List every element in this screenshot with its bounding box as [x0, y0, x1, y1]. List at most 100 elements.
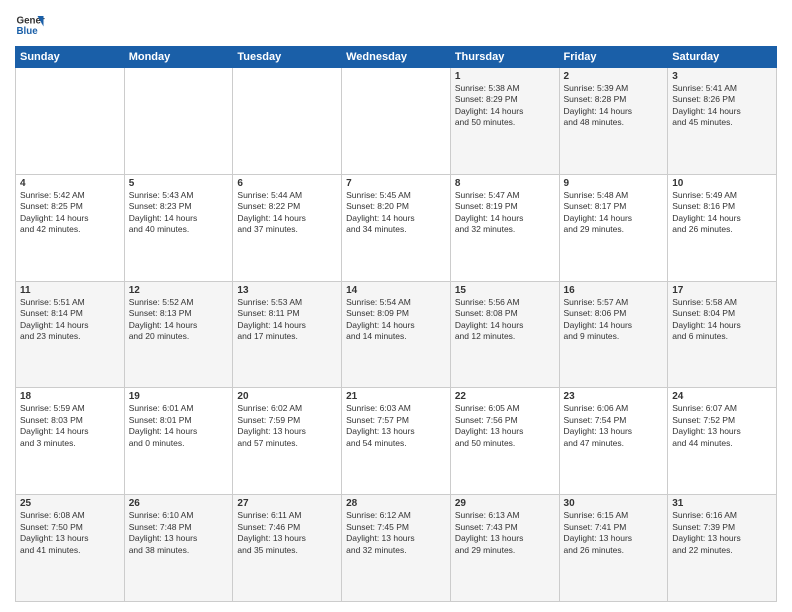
day-info: Sunrise: 5:57 AM Sunset: 8:06 PM Dayligh… [564, 297, 664, 343]
weekday-header-friday: Friday [559, 47, 668, 68]
day-info: Sunrise: 5:59 AM Sunset: 8:03 PM Dayligh… [20, 403, 120, 449]
day-info: Sunrise: 6:01 AM Sunset: 8:01 PM Dayligh… [129, 403, 229, 449]
day-cell: 25Sunrise: 6:08 AM Sunset: 7:50 PM Dayli… [16, 495, 125, 602]
day-cell: 16Sunrise: 5:57 AM Sunset: 8:06 PM Dayli… [559, 281, 668, 388]
day-cell: 4Sunrise: 5:42 AM Sunset: 8:25 PM Daylig… [16, 174, 125, 281]
weekday-header-saturday: Saturday [668, 47, 777, 68]
svg-text:Blue: Blue [17, 26, 39, 37]
day-cell: 31Sunrise: 6:16 AM Sunset: 7:39 PM Dayli… [668, 495, 777, 602]
day-info: Sunrise: 5:49 AM Sunset: 8:16 PM Dayligh… [672, 190, 772, 236]
day-cell: 28Sunrise: 6:12 AM Sunset: 7:45 PM Dayli… [342, 495, 451, 602]
day-info: Sunrise: 6:11 AM Sunset: 7:46 PM Dayligh… [237, 510, 337, 556]
day-cell: 30Sunrise: 6:15 AM Sunset: 7:41 PM Dayli… [559, 495, 668, 602]
day-cell: 18Sunrise: 5:59 AM Sunset: 8:03 PM Dayli… [16, 388, 125, 495]
weekday-header-thursday: Thursday [450, 47, 559, 68]
weekday-header-tuesday: Tuesday [233, 47, 342, 68]
day-cell: 10Sunrise: 5:49 AM Sunset: 8:16 PM Dayli… [668, 174, 777, 281]
day-info: Sunrise: 5:38 AM Sunset: 8:29 PM Dayligh… [455, 83, 555, 129]
day-cell: 17Sunrise: 5:58 AM Sunset: 8:04 PM Dayli… [668, 281, 777, 388]
day-cell [233, 68, 342, 175]
day-info: Sunrise: 6:07 AM Sunset: 7:52 PM Dayligh… [672, 403, 772, 449]
day-info: Sunrise: 6:15 AM Sunset: 7:41 PM Dayligh… [564, 510, 664, 556]
day-number: 1 [455, 71, 555, 82]
day-number: 7 [346, 178, 446, 189]
day-number: 20 [237, 391, 337, 402]
day-number: 30 [564, 498, 664, 509]
day-number: 14 [346, 285, 446, 296]
page: General Blue SundayMondayTuesdayWednesda… [0, 0, 792, 612]
day-number: 15 [455, 285, 555, 296]
weekday-header-row: SundayMondayTuesdayWednesdayThursdayFrid… [16, 47, 777, 68]
day-cell: 15Sunrise: 5:56 AM Sunset: 8:08 PM Dayli… [450, 281, 559, 388]
day-cell [124, 68, 233, 175]
day-number: 27 [237, 498, 337, 509]
day-info: Sunrise: 5:39 AM Sunset: 8:28 PM Dayligh… [564, 83, 664, 129]
header: General Blue [15, 10, 777, 40]
day-info: Sunrise: 5:43 AM Sunset: 8:23 PM Dayligh… [129, 190, 229, 236]
week-row-3: 11Sunrise: 5:51 AM Sunset: 8:14 PM Dayli… [16, 281, 777, 388]
day-number: 5 [129, 178, 229, 189]
day-info: Sunrise: 5:45 AM Sunset: 8:20 PM Dayligh… [346, 190, 446, 236]
day-cell: 19Sunrise: 6:01 AM Sunset: 8:01 PM Dayli… [124, 388, 233, 495]
day-number: 28 [346, 498, 446, 509]
day-number: 24 [672, 391, 772, 402]
day-cell: 23Sunrise: 6:06 AM Sunset: 7:54 PM Dayli… [559, 388, 668, 495]
day-cell: 6Sunrise: 5:44 AM Sunset: 8:22 PM Daylig… [233, 174, 342, 281]
day-number: 29 [455, 498, 555, 509]
day-number: 2 [564, 71, 664, 82]
weekday-header-monday: Monday [124, 47, 233, 68]
day-number: 13 [237, 285, 337, 296]
day-info: Sunrise: 5:54 AM Sunset: 8:09 PM Dayligh… [346, 297, 446, 343]
day-number: 10 [672, 178, 772, 189]
day-number: 16 [564, 285, 664, 296]
day-cell: 2Sunrise: 5:39 AM Sunset: 8:28 PM Daylig… [559, 68, 668, 175]
day-number: 8 [455, 178, 555, 189]
day-cell: 3Sunrise: 5:41 AM Sunset: 8:26 PM Daylig… [668, 68, 777, 175]
day-number: 17 [672, 285, 772, 296]
day-info: Sunrise: 5:47 AM Sunset: 8:19 PM Dayligh… [455, 190, 555, 236]
day-cell: 13Sunrise: 5:53 AM Sunset: 8:11 PM Dayli… [233, 281, 342, 388]
day-number: 31 [672, 498, 772, 509]
day-number: 12 [129, 285, 229, 296]
day-cell: 29Sunrise: 6:13 AM Sunset: 7:43 PM Dayli… [450, 495, 559, 602]
day-cell: 9Sunrise: 5:48 AM Sunset: 8:17 PM Daylig… [559, 174, 668, 281]
day-info: Sunrise: 5:53 AM Sunset: 8:11 PM Dayligh… [237, 297, 337, 343]
weekday-header-sunday: Sunday [16, 47, 125, 68]
day-info: Sunrise: 6:13 AM Sunset: 7:43 PM Dayligh… [455, 510, 555, 556]
day-info: Sunrise: 5:44 AM Sunset: 8:22 PM Dayligh… [237, 190, 337, 236]
day-number: 25 [20, 498, 120, 509]
day-info: Sunrise: 6:02 AM Sunset: 7:59 PM Dayligh… [237, 403, 337, 449]
day-info: Sunrise: 6:08 AM Sunset: 7:50 PM Dayligh… [20, 510, 120, 556]
day-info: Sunrise: 5:51 AM Sunset: 8:14 PM Dayligh… [20, 297, 120, 343]
day-cell: 7Sunrise: 5:45 AM Sunset: 8:20 PM Daylig… [342, 174, 451, 281]
day-cell: 5Sunrise: 5:43 AM Sunset: 8:23 PM Daylig… [124, 174, 233, 281]
day-number: 22 [455, 391, 555, 402]
day-info: Sunrise: 5:58 AM Sunset: 8:04 PM Dayligh… [672, 297, 772, 343]
weekday-header-wednesday: Wednesday [342, 47, 451, 68]
week-row-4: 18Sunrise: 5:59 AM Sunset: 8:03 PM Dayli… [16, 388, 777, 495]
day-number: 6 [237, 178, 337, 189]
day-info: Sunrise: 6:16 AM Sunset: 7:39 PM Dayligh… [672, 510, 772, 556]
day-number: 19 [129, 391, 229, 402]
day-cell: 8Sunrise: 5:47 AM Sunset: 8:19 PM Daylig… [450, 174, 559, 281]
week-row-1: 1Sunrise: 5:38 AM Sunset: 8:29 PM Daylig… [16, 68, 777, 175]
day-cell: 11Sunrise: 5:51 AM Sunset: 8:14 PM Dayli… [16, 281, 125, 388]
day-info: Sunrise: 5:48 AM Sunset: 8:17 PM Dayligh… [564, 190, 664, 236]
day-number: 3 [672, 71, 772, 82]
week-row-5: 25Sunrise: 6:08 AM Sunset: 7:50 PM Dayli… [16, 495, 777, 602]
day-info: Sunrise: 5:42 AM Sunset: 8:25 PM Dayligh… [20, 190, 120, 236]
day-cell [16, 68, 125, 175]
day-info: Sunrise: 6:10 AM Sunset: 7:48 PM Dayligh… [129, 510, 229, 556]
day-info: Sunrise: 5:41 AM Sunset: 8:26 PM Dayligh… [672, 83, 772, 129]
day-info: Sunrise: 6:05 AM Sunset: 7:56 PM Dayligh… [455, 403, 555, 449]
day-number: 18 [20, 391, 120, 402]
day-cell: 12Sunrise: 5:52 AM Sunset: 8:13 PM Dayli… [124, 281, 233, 388]
day-cell: 26Sunrise: 6:10 AM Sunset: 7:48 PM Dayli… [124, 495, 233, 602]
day-cell: 21Sunrise: 6:03 AM Sunset: 7:57 PM Dayli… [342, 388, 451, 495]
day-number: 4 [20, 178, 120, 189]
day-cell: 14Sunrise: 5:54 AM Sunset: 8:09 PM Dayli… [342, 281, 451, 388]
day-number: 11 [20, 285, 120, 296]
day-cell: 20Sunrise: 6:02 AM Sunset: 7:59 PM Dayli… [233, 388, 342, 495]
day-number: 21 [346, 391, 446, 402]
day-info: Sunrise: 5:52 AM Sunset: 8:13 PM Dayligh… [129, 297, 229, 343]
